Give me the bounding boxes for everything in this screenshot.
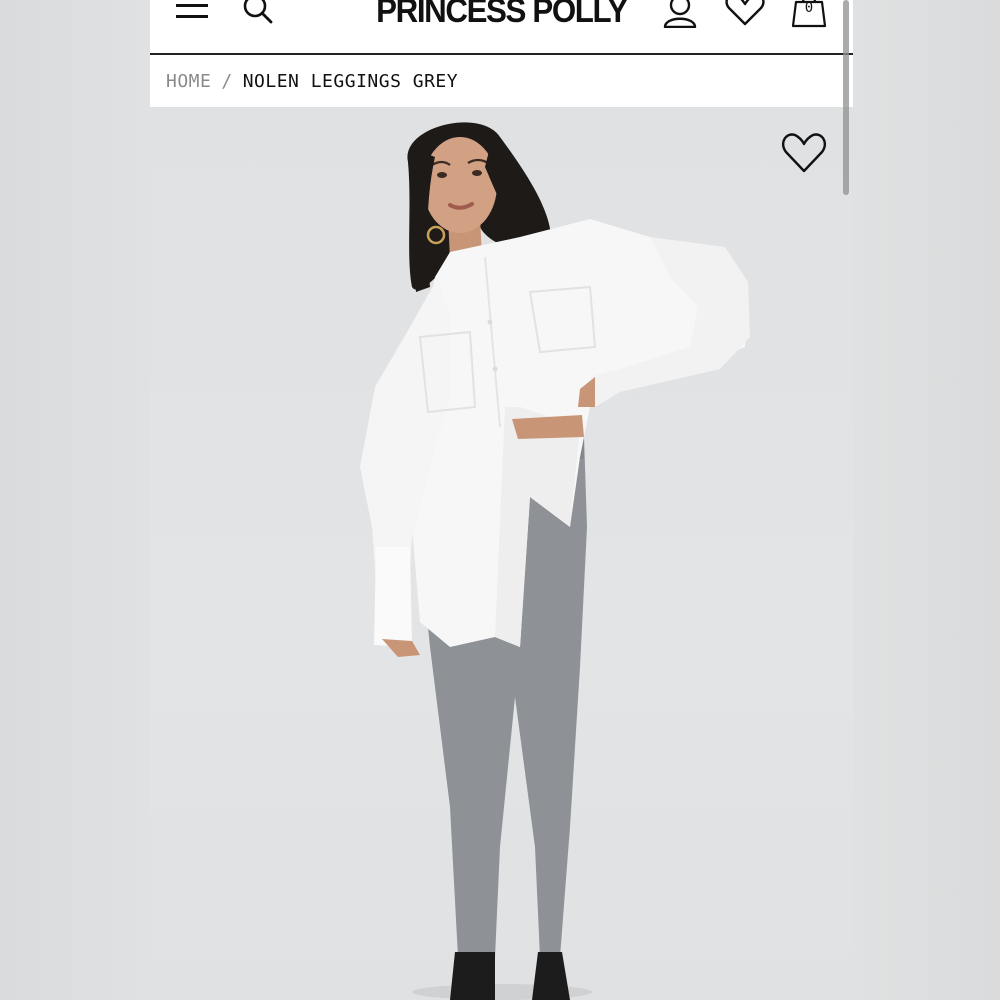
favorite-heart-icon[interactable] [780, 131, 828, 175]
breadcrumb-current: NOLEN LEGGINGS GREY [242, 70, 459, 92]
breadcrumb-separator: / [221, 70, 233, 92]
breadcrumb: HOME / NOLEN LEGGINGS GREY [150, 55, 853, 107]
breadcrumb-home-link[interactable]: HOME [166, 71, 211, 92]
backdrop-left [0, 0, 150, 1000]
mobile-page: PRINCESS POLLY 0 HOME / NOLEN LEGGINGS G… [150, 0, 853, 1000]
product-photo-model [360, 122, 750, 1000]
account-icon[interactable] [661, 0, 699, 28]
page-scrollbar[interactable] [843, 0, 849, 195]
product-image[interactable] [150, 107, 853, 1000]
bag-count: 0 [804, 0, 814, 16]
site-header: PRINCESS POLLY 0 [150, 0, 853, 55]
wishlist-icon[interactable] [724, 0, 766, 26]
backdrop-right [850, 0, 1000, 1000]
